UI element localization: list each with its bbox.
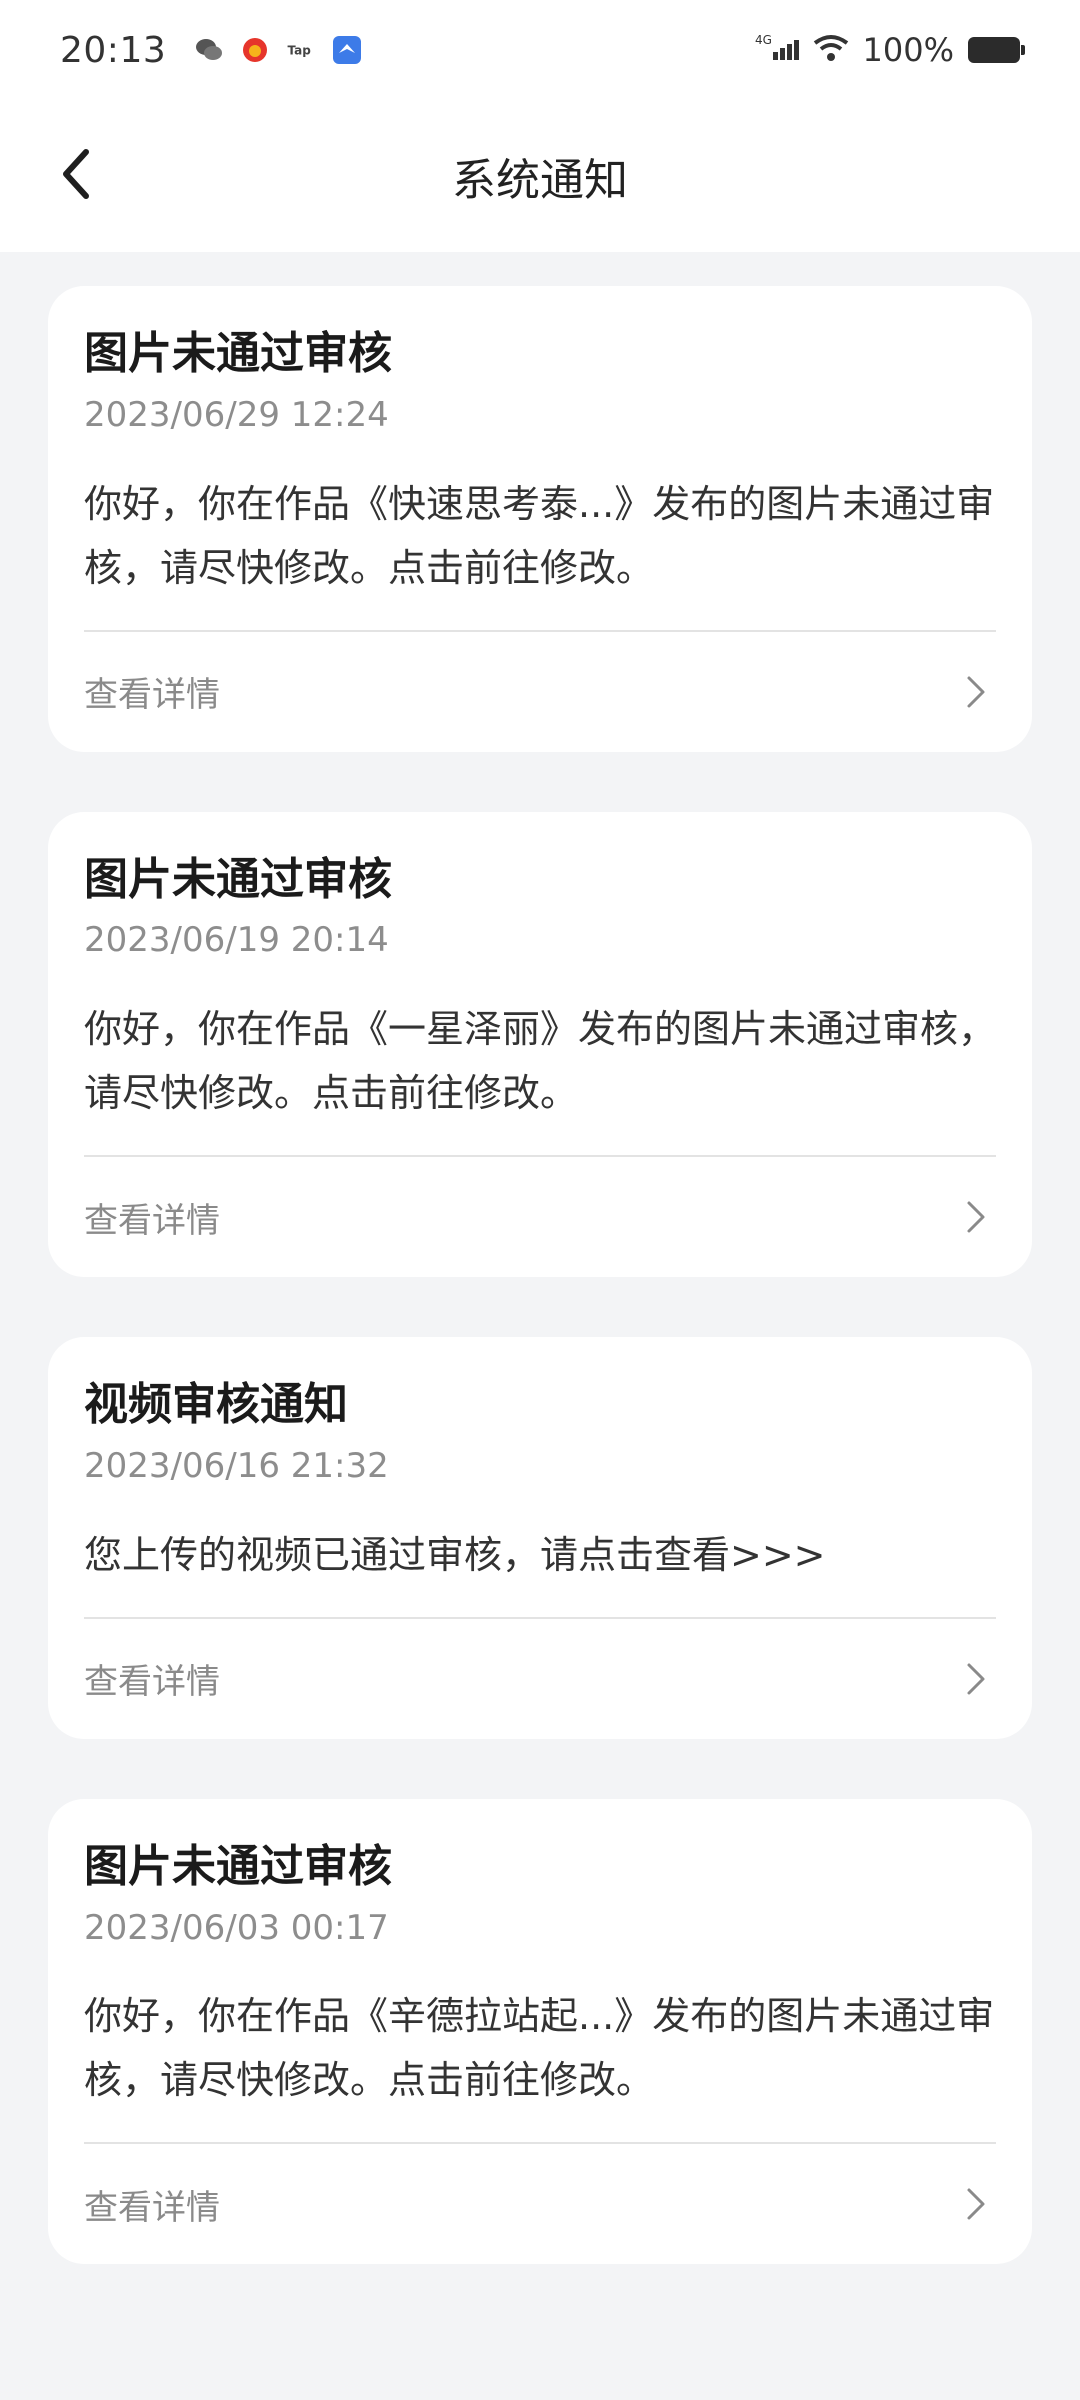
view-details-button[interactable]: 查看详情 — [84, 1619, 996, 1739]
wifi-icon — [813, 33, 849, 67]
page-header: 系统通知 — [0, 100, 1080, 252]
view-details-label: 查看详情 — [84, 2187, 220, 2228]
notification-body: 你好，你在作品《一星泽丽》发布的图片未通过审核，请尽快修改。点击前往修改。 — [84, 1007, 997, 1116]
notification-card: 图片未通过审核 2023/06/03 00:17 你好，你在作品《辛德拉站起..… — [48, 1798, 1032, 2265]
back-button[interactable] — [36, 136, 116, 216]
app-icon — [332, 35, 362, 65]
view-details-button[interactable]: 查看详情 — [84, 632, 996, 752]
notification-card: 图片未通过审核 2023/06/29 12:24 你好，你在作品《快速思考泰..… — [48, 286, 1032, 752]
status-app-icons: Tap — [194, 35, 362, 65]
view-details-label: 查看详情 — [84, 1200, 220, 1241]
chevron-right-icon — [956, 672, 996, 712]
notification-card: 图片未通过审核 2023/06/19 20:14 你好，你在作品《一星泽丽》发布… — [48, 811, 1032, 1278]
status-bar: 20:13 Tap 4G 100% — [0, 0, 1080, 100]
notification-body: 你好，你在作品《快速思考泰...》发布的图片未通过审核，请尽快修改。点击前往修改… — [84, 481, 995, 590]
battery-percent: 100% — [862, 31, 954, 69]
chevron-right-icon — [956, 1197, 996, 1237]
battery-icon — [968, 37, 1025, 63]
notification-time: 2023/06/29 12:24 — [84, 394, 389, 435]
notification-time: 2023/06/19 20:14 — [84, 920, 389, 961]
notification-body: 您上传的视频已通过审核，请点击查看>>> — [84, 1532, 826, 1577]
view-details-button[interactable]: 查看详情 — [84, 1157, 996, 1277]
notification-body: 你好，你在作品《辛德拉站起...》发布的图片未通过审核，请尽快修改。点击前往修改… — [84, 1994, 995, 2103]
notification-title: 图片未通过审核 — [84, 328, 392, 379]
signal-icon: 4G — [755, 32, 799, 68]
notification-time: 2023/06/16 21:32 — [84, 1445, 389, 1486]
svg-text:4G: 4G — [755, 33, 772, 47]
weibo-icon — [240, 35, 270, 65]
chevron-right-icon — [956, 2184, 996, 2224]
notification-title: 图片未通过审核 — [84, 1840, 392, 1892]
notification-time: 2023/06/03 00:17 — [84, 1907, 389, 1948]
notification-title: 图片未通过审核 — [84, 853, 392, 905]
view-details-label: 查看详情 — [84, 675, 220, 716]
status-time: 20:13 — [60, 29, 167, 71]
chevron-left-icon — [58, 146, 94, 206]
svg-text:Tap: Tap — [288, 44, 312, 58]
view-details-button[interactable]: 查看详情 — [84, 2144, 996, 2264]
tap-icon: Tap — [286, 35, 316, 65]
status-right: 4G 100% — [755, 31, 1025, 69]
notification-title: 视频审核通知 — [84, 1379, 348, 1431]
notification-card: 视频审核通知 2023/06/16 21:32 您上传的视频已通过审核，请点击查… — [48, 1337, 1032, 1739]
notification-list: 图片未通过审核 2023/06/29 12:24 你好，你在作品《快速思考泰..… — [48, 286, 1032, 2324]
wechat-icon — [194, 35, 224, 65]
view-details-label: 查看详情 — [84, 1662, 220, 1703]
chevron-right-icon — [956, 1659, 996, 1699]
page-title: 系统通知 — [452, 155, 628, 206]
